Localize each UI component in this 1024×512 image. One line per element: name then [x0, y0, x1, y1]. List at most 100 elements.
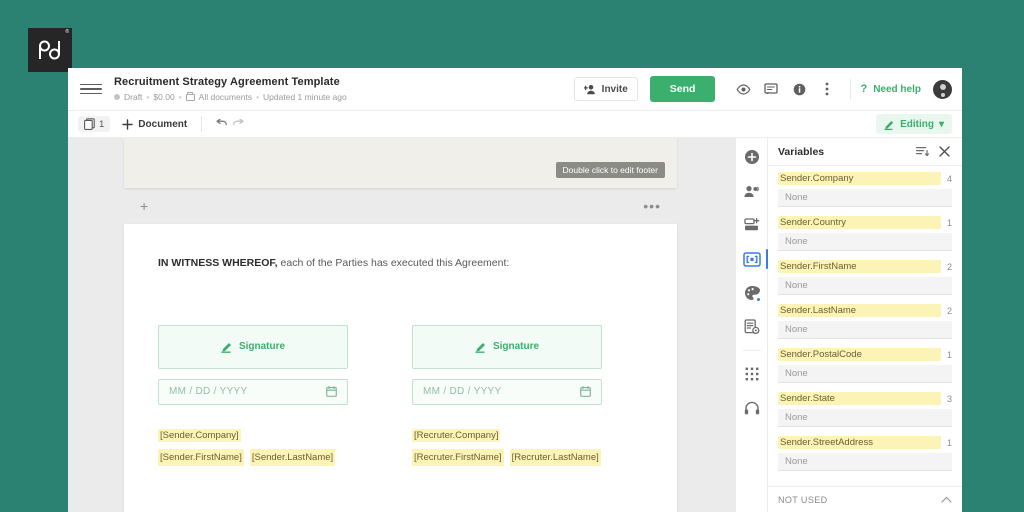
- fields-icon[interactable]: [741, 214, 763, 236]
- variable-name[interactable]: Sender.PostalCode: [778, 348, 941, 361]
- meta-sep-2: •: [178, 92, 182, 102]
- variables-panel-header: Variables: [768, 138, 962, 166]
- comment-icon[interactable]: [760, 78, 782, 100]
- variables-panel-title: Variables: [778, 145, 825, 158]
- signature-label-left: Signature: [238, 341, 286, 353]
- witness-bold-text: IN WITNESS WHEREOF,: [158, 257, 278, 269]
- chevron-up-icon[interactable]: [941, 495, 952, 505]
- signature-field-right[interactable]: Signature: [412, 324, 602, 369]
- add-document-label: Document: [138, 118, 188, 130]
- variable-usage-count: 1: [946, 349, 952, 360]
- document-page[interactable]: IN WITNESS WHEREOF, each of the Parties …: [124, 224, 677, 512]
- variable-row: Sender.LastName 2: [778, 304, 952, 317]
- editing-mode-label: Editing: [900, 118, 934, 130]
- page-count-button[interactable]: 1: [78, 116, 111, 132]
- meta-sep-1: •: [146, 92, 150, 102]
- footer-edit-tooltip: Double click to edit footer: [555, 162, 665, 178]
- info-icon[interactable]: [788, 78, 810, 100]
- signature-block-right: Signature MM / DD / YYYY [Recruter.Compa…: [412, 324, 602, 466]
- theme-notification-dot: [755, 297, 761, 302]
- apps-grid-icon[interactable]: [741, 363, 763, 385]
- variable-row: Sender.PostalCode 1: [778, 348, 952, 361]
- signature-block-left: Signature MM / DD / YYYY [Sender.Company…: [158, 324, 348, 466]
- invite-button[interactable]: Invite: [573, 77, 638, 101]
- not-used-label: NOT USED: [778, 494, 828, 505]
- signature-field-left[interactable]: Signature: [158, 324, 348, 369]
- hamburger-menu-icon[interactable]: [80, 83, 102, 95]
- pd-monogram-icon: [39, 40, 60, 60]
- variable-name[interactable]: Sender.LastName: [778, 304, 941, 317]
- redo-icon[interactable]: [230, 115, 248, 133]
- app-header: Recruitment Strategy Agreement Template …: [68, 68, 962, 110]
- variable-tag-sender-firstname[interactable]: [Sender.FirstName]: [158, 448, 244, 466]
- recipients-icon[interactable]: [741, 180, 763, 202]
- theme-icon[interactable]: [741, 282, 763, 304]
- variable-name[interactable]: Sender.FirstName: [778, 260, 941, 273]
- undo-icon[interactable]: [212, 115, 230, 133]
- variable-usage-count: 1: [946, 217, 952, 228]
- rail-divider: [742, 350, 761, 351]
- variable-tag-recruiter-firstname[interactable]: [Recruter.FirstName]: [412, 448, 504, 466]
- variable-name[interactable]: Sender.State: [778, 392, 941, 405]
- add-content-icon[interactable]: [741, 146, 763, 168]
- not-used-section[interactable]: NOT USED: [768, 486, 962, 512]
- variable-row: Sender.StreetAddress 1: [778, 436, 952, 449]
- page-footer-zone[interactable]: Double click to edit footer: [124, 138, 677, 188]
- add-person-icon: [583, 84, 595, 94]
- variables-icon[interactable]: [741, 248, 768, 270]
- variable-usage-count: 1: [946, 437, 952, 448]
- witness-rest-text: each of the Parties has executed this Ag…: [277, 257, 510, 269]
- variable-item: Sender.StreetAddress 1 None: [778, 436, 952, 471]
- updated-timestamp: Updated 1 minute ago: [263, 92, 347, 102]
- send-button[interactable]: Send: [649, 76, 716, 102]
- variable-name[interactable]: Sender.Country: [778, 216, 941, 229]
- folder-icon: [185, 91, 195, 101]
- need-help-button[interactable]: ? Need help: [860, 83, 921, 95]
- variable-usage-count: 2: [946, 305, 952, 316]
- document-settings-icon[interactable]: [741, 316, 763, 338]
- add-block-icon[interactable]: +: [140, 199, 148, 213]
- add-document-button[interactable]: Document: [122, 119, 187, 130]
- variable-value-input[interactable]: None: [778, 365, 952, 383]
- folder-name[interactable]: All documents: [199, 92, 252, 102]
- page-options-icon[interactable]: •••: [643, 199, 661, 213]
- variable-tag-sender-company[interactable]: [Sender.Company]: [158, 428, 241, 442]
- variable-value-input[interactable]: None: [778, 453, 952, 471]
- variable-value-input[interactable]: None: [778, 277, 952, 295]
- variable-row: Sender.Country 1: [778, 216, 952, 229]
- pages-icon: [84, 118, 95, 130]
- support-headset-icon[interactable]: [741, 397, 763, 419]
- editor-body: Double click to edit footer + ••• IN WIT…: [68, 138, 962, 512]
- variable-tag-sender-lastname[interactable]: [Sender.LastName]: [249, 448, 336, 466]
- calendar-icon: [580, 386, 591, 398]
- status-badge: Draft: [124, 92, 143, 102]
- variable-name[interactable]: Sender.StreetAddress: [778, 436, 941, 449]
- sort-list-icon[interactable]: [914, 144, 930, 160]
- document-price: $0.00: [153, 92, 175, 102]
- variable-name[interactable]: Sender.Company: [778, 172, 941, 185]
- signature-pen-icon: [221, 342, 231, 353]
- witness-paragraph: IN WITNESS WHEREOF, each of the Parties …: [158, 256, 643, 271]
- preview-eye-icon[interactable]: [732, 78, 754, 100]
- meta-sep-3: •: [256, 92, 260, 102]
- variable-item: Sender.Country 1 None: [778, 216, 952, 251]
- close-icon[interactable]: [936, 144, 952, 160]
- tools-rail: [735, 138, 768, 512]
- signature-row: Signature MM / DD / YYYY [Sender.Company…: [158, 324, 643, 466]
- variable-usage-count: 2: [946, 261, 952, 272]
- document-canvas[interactable]: Double click to edit footer + ••• IN WIT…: [68, 138, 735, 512]
- variable-value-input[interactable]: None: [778, 189, 952, 207]
- variable-value-input[interactable]: None: [778, 409, 952, 427]
- date-field-right[interactable]: MM / DD / YYYY: [412, 378, 602, 405]
- variable-tag-recruiter-lastname[interactable]: [Recruter.LastName]: [509, 448, 601, 466]
- avatar[interactable]: [933, 79, 952, 99]
- editing-mode-dropdown[interactable]: Editing ▾: [876, 114, 952, 134]
- variable-value-input[interactable]: None: [778, 233, 952, 251]
- variable-usage-count: 3: [946, 393, 952, 404]
- variable-tag-recruiter-company[interactable]: [Recruter.Company]: [412, 428, 501, 442]
- variables-panel: Variables Sender.Company 4 None Sender.C…: [767, 138, 962, 512]
- kebab-menu-icon[interactable]: [816, 78, 838, 100]
- pandadoc-logo: ®: [28, 28, 72, 72]
- variable-value-input[interactable]: None: [778, 321, 952, 339]
- date-field-left[interactable]: MM / DD / YYYY: [158, 378, 348, 405]
